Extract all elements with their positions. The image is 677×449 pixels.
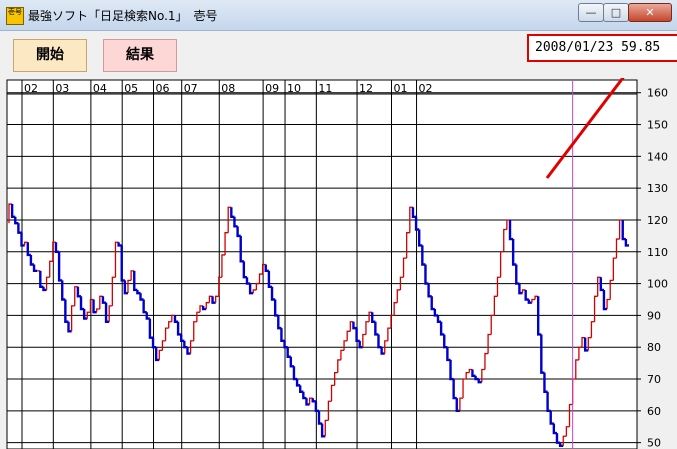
x-tick-label: 04 (93, 82, 107, 95)
plot-area (6, 79, 638, 449)
cursor-readout: 2008/01/23 59.85 (527, 34, 677, 62)
x-tick-label: 06 (156, 82, 170, 95)
x-tick-label: 12 (359, 82, 373, 95)
x-tick-label: 03 (55, 82, 69, 95)
title-bar[interactable]: 壱号 最強ソフト「日足検索No.1」 壱号 — □ ✕ (0, 0, 677, 31)
result-button[interactable]: 結果 (103, 39, 177, 72)
y-tick-label: 160 (647, 87, 668, 100)
y-tick-label: 60 (647, 405, 661, 418)
y-tick-label: 70 (647, 373, 661, 386)
window-title: 最強ソフト「日足検索No.1」 壱号 (28, 9, 218, 23)
x-tick-label: 08 (221, 82, 235, 95)
app-icon: 壱号 (6, 7, 24, 25)
y-tick-label: 130 (647, 182, 668, 195)
x-tick-label: 09 (265, 82, 279, 95)
x-tick-label: 07 (184, 82, 198, 95)
close-button[interactable]: ✕ (628, 3, 672, 22)
x-tick-label: 05 (124, 82, 138, 95)
y-tick-label: 100 (647, 278, 668, 291)
x-tick-label: 01 (393, 82, 407, 95)
y-tick-label: 90 (647, 309, 661, 322)
y-tick-label: 140 (647, 150, 668, 163)
x-tick-label: 02 (419, 82, 433, 95)
y-tick-label: 110 (647, 246, 668, 259)
app-window: 壱号 最強ソフト「日足検索No.1」 壱号 — □ ✕ 開始 結果 160 150… (0, 0, 677, 449)
y-tick-label: 80 (647, 341, 661, 354)
x-tick-label: 11 (318, 82, 332, 95)
y-tick-label: 120 (647, 214, 668, 227)
y-tick-label: 50 (647, 437, 661, 449)
x-tick-label: 02 (24, 82, 38, 95)
minimize-button[interactable]: — (578, 3, 604, 22)
y-tick-label: 150 (647, 119, 668, 132)
maximize-button[interactable]: □ (603, 3, 629, 22)
price-chart[interactable]: 160150140130120110100908070605002 03 04 05 0… (0, 78, 677, 449)
start-button[interactable]: 開始 (13, 39, 87, 72)
x-tick-label: 10 (287, 82, 301, 95)
